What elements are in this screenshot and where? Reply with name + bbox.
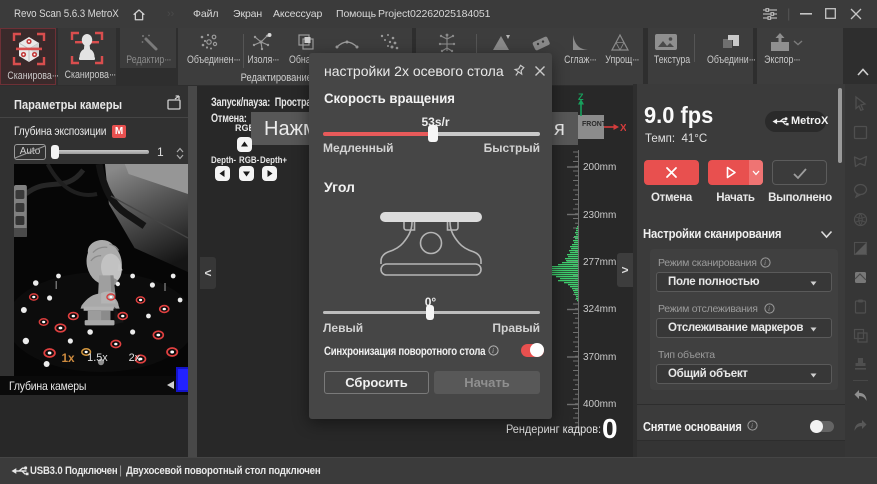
svg-text:i: i — [764, 258, 766, 267]
svg-text:i: i — [751, 421, 753, 430]
svg-text:i: i — [492, 346, 494, 355]
svg-text:1.5x: 1.5x — [87, 352, 108, 364]
svg-text:2x: 2x — [129, 352, 141, 364]
svg-text:X: X — [620, 123, 626, 134]
svg-text:1x: 1x — [61, 351, 75, 365]
svg-text:Z: Z — [578, 92, 584, 102]
svg-text:i: i — [768, 304, 770, 313]
